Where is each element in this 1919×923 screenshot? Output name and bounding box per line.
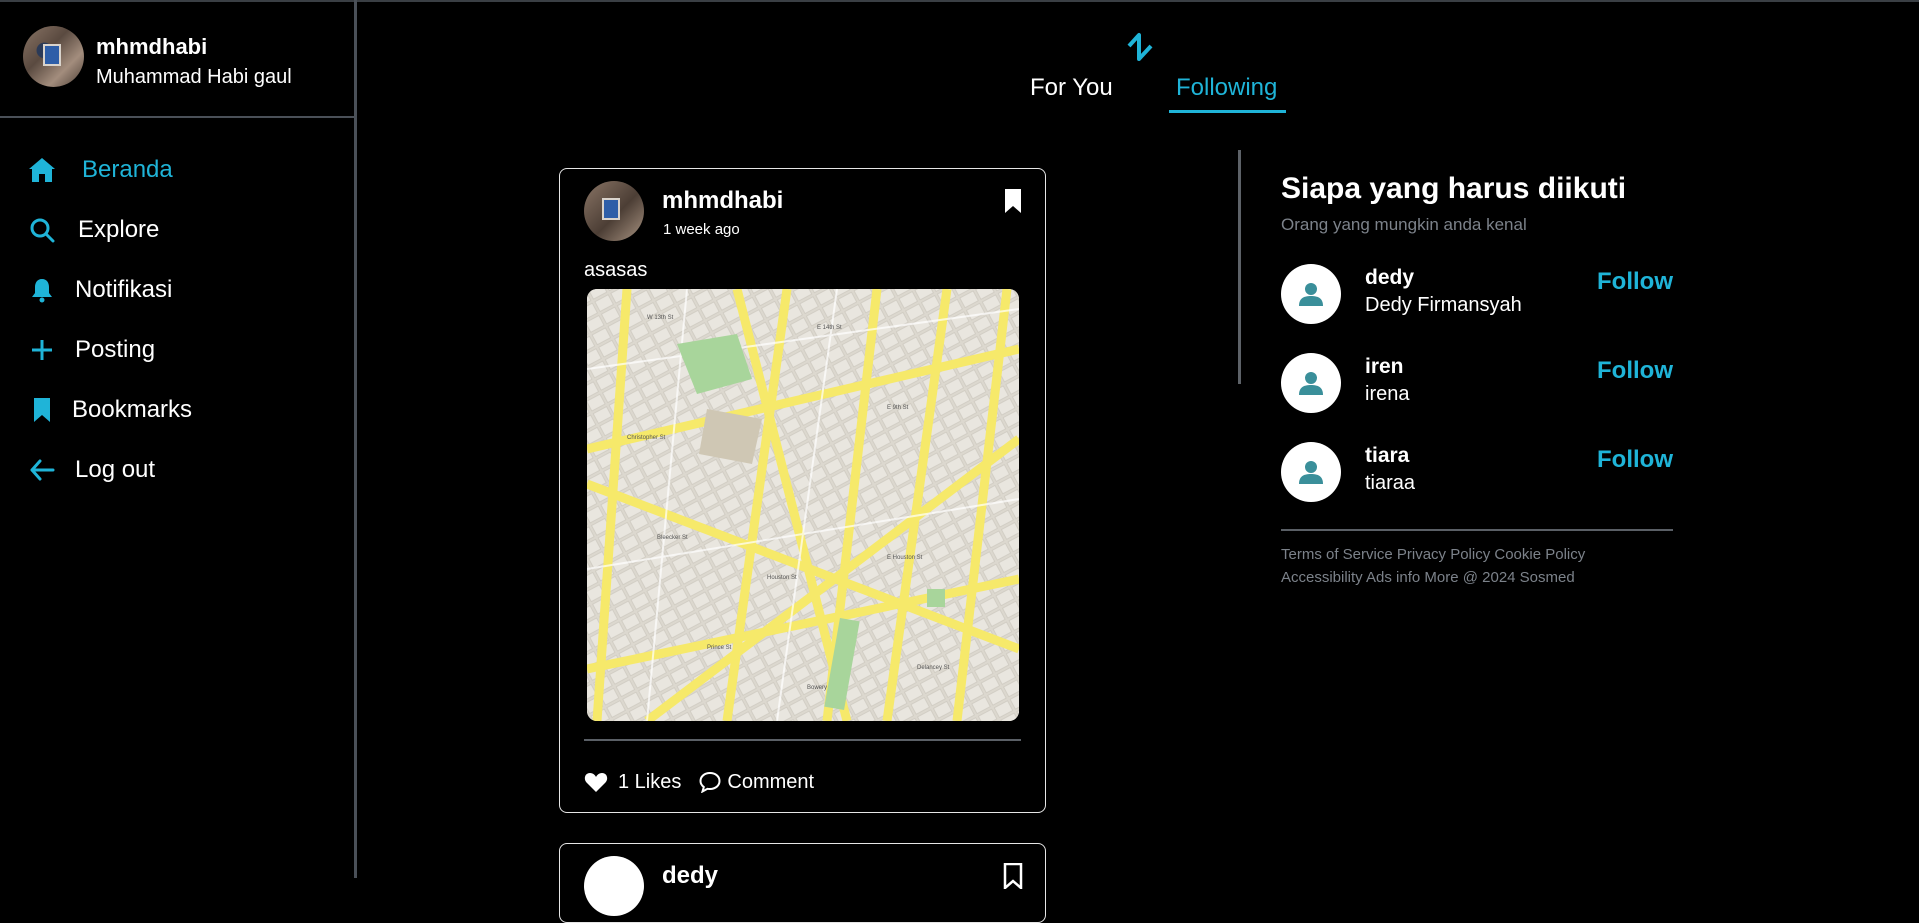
sidebar-item-label: Bookmarks <box>72 396 193 423</box>
suggestion-username[interactable]: dedy <box>1365 266 1414 290</box>
suggestions-subtitle: Orang yang mungkin anda kenal <box>1281 215 1527 234</box>
post-divider <box>584 739 1021 741</box>
bookmark-icon[interactable] <box>1003 188 1023 219</box>
svg-text:Bleecker St: Bleecker St <box>657 535 688 541</box>
footer-copyright[interactable]: Accessibility Ads info More @ 2024 Sosme… <box>1281 566 1681 589</box>
suggestion-item: dedy Dedy Firmansyah Follow <box>1281 264 1673 330</box>
sidebar-item-beranda[interactable]: Beranda <box>0 140 354 200</box>
sidebar-item-posting[interactable]: Posting <box>0 320 354 380</box>
suggestion-item: iren irena Follow <box>1281 353 1673 419</box>
comment-button[interactable]: Comment <box>727 771 814 794</box>
post-username[interactable]: mhmdhabi <box>662 187 783 215</box>
heart-icon[interactable] <box>584 771 608 793</box>
app-logo <box>1126 32 1154 62</box>
svg-text:E Houston St: E Houston St <box>887 555 923 561</box>
comment-icon[interactable] <box>699 771 721 794</box>
suggestion-fullname: irena <box>1365 383 1410 405</box>
profile-username: mhmdhabi <box>96 34 208 59</box>
post-actions: 1 Likes Comment <box>584 767 814 797</box>
svg-text:W 13th St: W 13th St <box>647 315 674 321</box>
user-icon <box>1299 461 1323 484</box>
sidebar-item-bookmarks[interactable]: Bookmarks <box>0 380 354 440</box>
footer: Terms of Service Privacy Policy Cookie P… <box>1281 543 1681 589</box>
svg-text:E 9th St: E 9th St <box>887 405 909 411</box>
sidebar-item-label: Notifikasi <box>75 276 173 303</box>
sidebar-item-explore[interactable]: Explore <box>0 200 354 260</box>
svg-text:Prince St: Prince St <box>707 645 732 651</box>
footer-divider <box>1281 529 1673 531</box>
svg-text:Houston St: Houston St <box>767 575 797 581</box>
profile-header[interactable]: mhmdhabi Muhammad Habi gaul <box>0 0 357 118</box>
sidebar-item-notifikasi[interactable]: Notifikasi <box>0 260 354 320</box>
bookmark-icon <box>28 396 56 424</box>
post-username[interactable]: dedy <box>662 862 718 890</box>
bookmark-icon[interactable] <box>1003 862 1023 894</box>
home-icon <box>28 156 56 184</box>
svg-text:Bowery: Bowery <box>807 685 827 691</box>
avatar[interactable] <box>584 181 644 241</box>
avatar[interactable] <box>23 26 84 87</box>
avatar[interactable] <box>1281 442 1341 502</box>
suggestion-item: tiara tiaraa Follow <box>1281 442 1673 508</box>
user-icon <box>1299 283 1323 306</box>
svg-text:E 14th St: E 14th St <box>817 325 842 331</box>
follow-button[interactable]: Follow <box>1597 446 1673 474</box>
profile-fullname: Muhammad Habi gaul <box>96 66 292 88</box>
suggestions-title: Siapa yang harus diikuti <box>1281 172 1627 205</box>
avatar[interactable] <box>1281 264 1341 324</box>
sidebar-item-label: Log out <box>75 456 156 483</box>
post-text: asasas <box>584 259 648 281</box>
avatar[interactable] <box>584 856 644 916</box>
avatar[interactable] <box>1281 353 1341 413</box>
tab-for-you[interactable]: For You <box>1030 74 1113 102</box>
likes-count[interactable]: 1 Likes <box>618 771 681 794</box>
suggestion-username[interactable]: iren <box>1365 355 1404 379</box>
follow-button[interactable]: Follow <box>1597 268 1673 296</box>
sidebar-item-logout[interactable]: Log out <box>0 440 354 500</box>
tab-following[interactable]: Following <box>1176 74 1277 102</box>
arrow-left-icon <box>28 456 56 484</box>
follow-button[interactable]: Follow <box>1597 357 1673 385</box>
post-timestamp: 1 week ago <box>663 221 740 238</box>
post-image[interactable]: W 13th St E 14th St E 9th St Bleecker St H… <box>587 289 1019 721</box>
sidebar: mhmdhabi Muhammad Habi gaul Beranda Expl… <box>0 0 357 878</box>
footer-links[interactable]: Terms of Service Privacy Policy Cookie P… <box>1281 543 1681 566</box>
panel-divider <box>1238 150 1241 384</box>
post-card: dedy <box>559 843 1046 923</box>
search-icon <box>28 216 56 244</box>
user-icon <box>1299 372 1323 395</box>
sidebar-item-label: Posting <box>75 336 156 363</box>
map-image: W 13th St E 14th St E 9th St Bleecker St H… <box>587 289 1019 721</box>
svg-text:Christopher St: Christopher St <box>627 435 666 441</box>
plus-icon <box>28 336 56 364</box>
suggestion-fullname: tiaraa <box>1365 472 1416 494</box>
suggestion-username[interactable]: tiara <box>1365 444 1409 468</box>
sidebar-item-label: Explore <box>78 216 160 243</box>
tab-active-indicator <box>1169 110 1286 113</box>
post-card: mhmdhabi 1 week ago asasas W 13th St E 1… <box>559 168 1046 813</box>
svg-text:Delancey St: Delancey St <box>917 665 950 671</box>
sidebar-item-label: Beranda <box>82 156 173 183</box>
bell-icon <box>28 276 56 304</box>
sidebar-nav: Beranda Explore Notifikasi Posting Bookm… <box>0 140 354 500</box>
suggestion-fullname: Dedy Firmansyah <box>1365 294 1522 316</box>
